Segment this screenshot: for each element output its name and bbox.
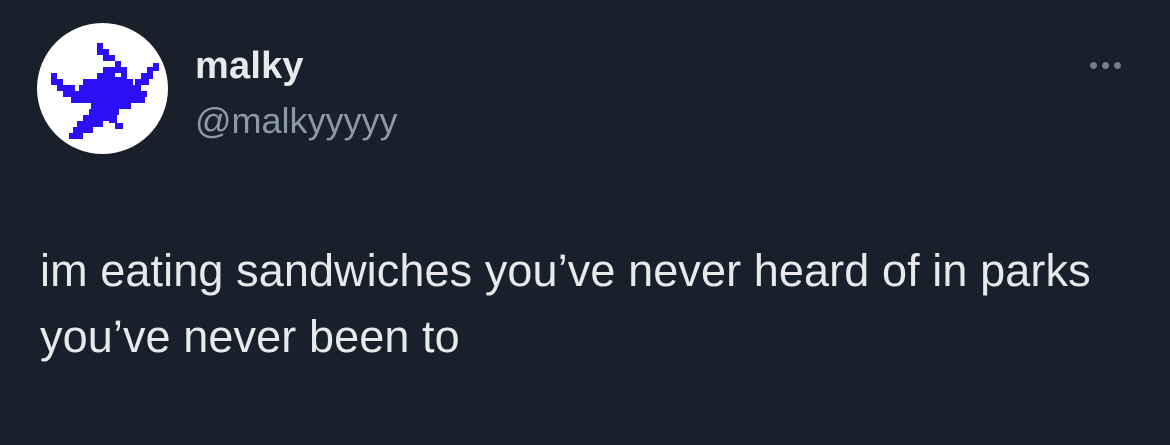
tweet-text: im eating sandwiches you’ve never heard … [40,245,1091,362]
pixel-dragon-icon [51,43,159,139]
author-handle[interactable]: @malkyyyyy [195,96,398,146]
avatar[interactable] [37,23,168,154]
more-options-icon [1089,61,1097,69]
tweet-card: malky @malkyyyyy im eating sandwiches yo… [0,0,1170,445]
author-display-name[interactable]: malky [195,40,304,92]
more-options-icon [1101,61,1109,69]
more-options-button[interactable] [1078,48,1132,82]
more-options-icon [1113,61,1121,69]
